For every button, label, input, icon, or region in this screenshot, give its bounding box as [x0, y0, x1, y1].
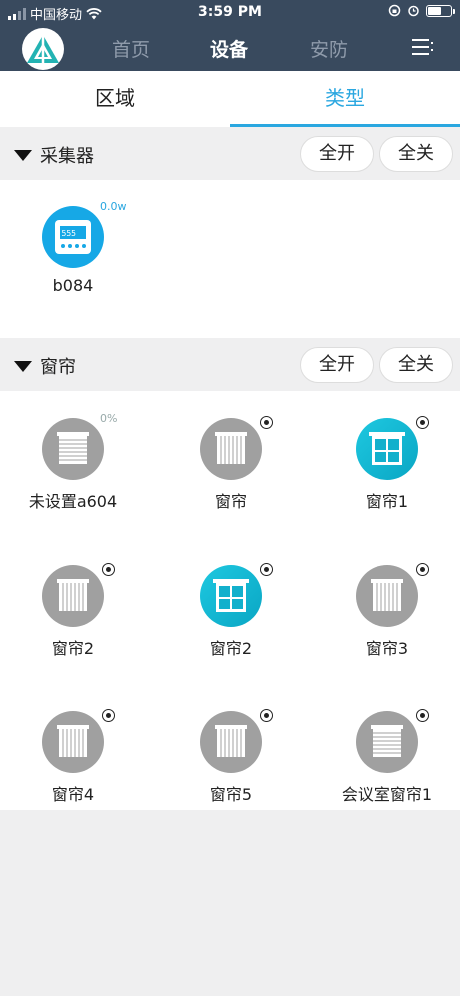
device-tile[interactable]: 窗帘1	[312, 416, 460, 512]
all-on-button[interactable]: 全开	[300, 136, 374, 172]
alarm-icon	[408, 5, 419, 17]
nav-tab-home[interactable]: 首页	[112, 35, 150, 62]
window-icon	[200, 565, 262, 627]
status-dot-icon	[260, 709, 273, 722]
device-name: 未设置a604	[28, 492, 118, 511]
app-header: 首页 设备 安防	[0, 24, 460, 71]
device-tile[interactable]: 窗帘4	[0, 709, 148, 805]
svg-text:555: 555	[62, 229, 77, 238]
device-name: b084	[52, 276, 94, 295]
status-dot-icon	[416, 416, 429, 429]
status-dot-icon	[416, 563, 429, 576]
vertical-blind-icon	[200, 711, 262, 773]
device-name: 窗帘1	[365, 492, 409, 511]
vertical-blind-icon	[42, 565, 104, 627]
device-name: 窗帘4	[51, 785, 95, 804]
power-reading: 0.0w	[100, 200, 127, 213]
device-tile[interactable]: 窗帘	[156, 416, 306, 512]
status-dot-icon	[102, 563, 115, 576]
status-dot-icon	[260, 563, 273, 576]
window-icon	[356, 418, 418, 480]
position-percent: 0%	[100, 412, 118, 425]
tab-type[interactable]: 类型	[230, 71, 460, 127]
power-meter-icon: 555	[42, 206, 104, 268]
collapse-triangle-icon[interactable]	[14, 149, 32, 161]
device-name: 窗帘5	[209, 785, 253, 804]
vertical-blind-icon	[200, 418, 262, 480]
device-name: 会议室窗帘1	[341, 785, 433, 804]
all-off-button[interactable]: 全关	[379, 347, 453, 383]
status-dot-icon	[102, 709, 115, 722]
section-title: 采集器	[40, 146, 94, 167]
device-name: 窗帘2	[51, 639, 95, 658]
status-dot-icon	[260, 416, 273, 429]
view-switcher: 区域 类型	[0, 71, 460, 127]
battery-icon	[426, 4, 455, 17]
roller-blind-icon	[42, 418, 104, 480]
device-tile[interactable]: 窗帘2	[156, 563, 306, 659]
status-bar: 中国移动 3:59 PM	[0, 0, 460, 24]
vertical-blind-icon	[356, 565, 418, 627]
all-on-button[interactable]: 全开	[300, 347, 374, 383]
device-tile[interactable]: 窗帘2	[0, 563, 148, 659]
rotation-lock-icon	[388, 4, 401, 17]
collapse-triangle-icon[interactable]	[14, 360, 32, 372]
section-header-curtains[interactable]: 窗帘 全开 全关	[0, 339, 460, 391]
app-logo	[22, 28, 64, 70]
status-dot-icon	[416, 709, 429, 722]
section-header-collector[interactable]: 采集器 全开 全关	[0, 128, 460, 180]
device-name: 窗帘2	[209, 639, 253, 658]
vertical-blind-icon	[42, 711, 104, 773]
roller-blind-icon	[356, 711, 418, 773]
section-title: 窗帘	[40, 357, 76, 378]
device-tile[interactable]: 窗帘3	[312, 563, 460, 659]
nav-tab-security[interactable]: 安防	[310, 35, 348, 62]
nav-tab-devices[interactable]: 设备	[210, 35, 248, 62]
device-tile[interactable]: 0% 未设置a604	[0, 412, 148, 512]
section-body-collector: 555 0.0w b084	[0, 180, 460, 338]
all-off-button[interactable]: 全关	[379, 136, 453, 172]
menu-icon[interactable]	[412, 38, 434, 56]
device-name: 窗帘3	[365, 639, 409, 658]
section-body-curtains: 0% 未设置a604 窗帘 窗帘1 窗帘2 窗帘2 窗帘3 窗帘4 窗帘5 会议…	[0, 391, 460, 810]
device-tile[interactable]: 555 0.0w b084	[0, 200, 148, 295]
device-name: 窗帘	[214, 492, 247, 511]
device-tile[interactable]: 会议室窗帘1	[312, 709, 460, 805]
tab-area[interactable]: 区域	[0, 71, 230, 127]
device-tile[interactable]: 窗帘5	[156, 709, 306, 805]
